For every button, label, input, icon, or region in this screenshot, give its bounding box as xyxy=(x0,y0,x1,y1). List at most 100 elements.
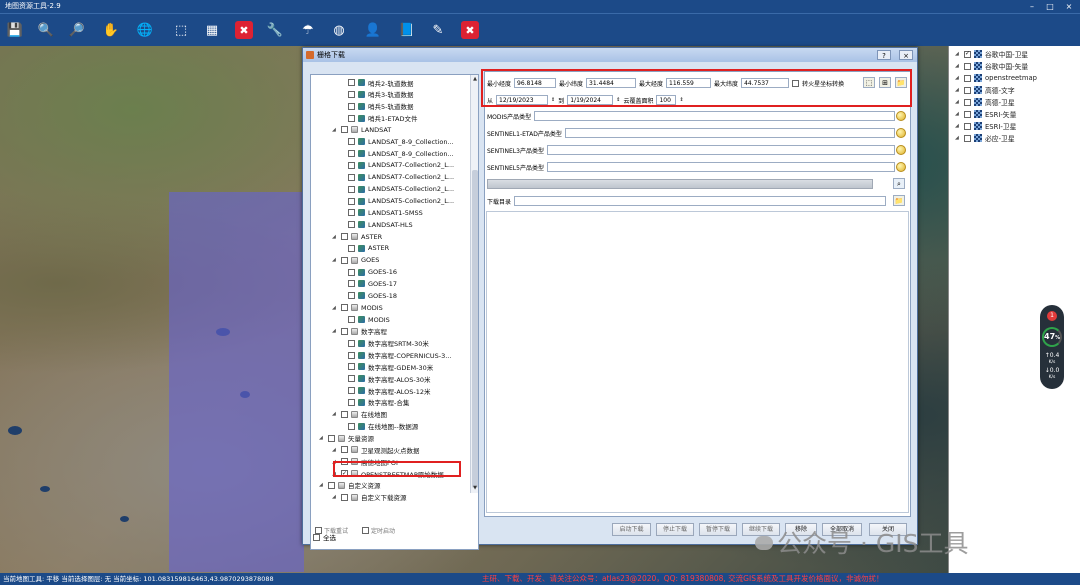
maximize-icon[interactable]: □ xyxy=(1043,0,1057,13)
tree-node[interactable]: LANDSAT1-5MSS xyxy=(348,207,423,218)
tree-node[interactable]: 在线地图--数据源 xyxy=(348,421,418,432)
tree-checkbox[interactable] xyxy=(348,422,355,430)
download-log[interactable] xyxy=(486,211,909,513)
tree-node[interactable]: 哨兵2-轨道数据 xyxy=(348,77,413,88)
scroll-thumb[interactable] xyxy=(472,170,478,488)
stop-download-button[interactable]: 停止下载 xyxy=(656,523,694,536)
search-icon[interactable]: ⌕ xyxy=(893,178,905,189)
layer-item[interactable]: ◢ openstreetmap xyxy=(955,72,1079,84)
expand-icon[interactable]: ◢ xyxy=(332,447,338,453)
layer-item[interactable]: ◢ 必应-卫星 xyxy=(955,132,1079,144)
grid-icon[interactable]: ▦ xyxy=(203,21,221,39)
save-icon[interactable]: 💾 xyxy=(6,21,24,39)
tree-node[interactable]: ◢ 自定义资源 xyxy=(319,480,381,491)
tree-checkbox[interactable] xyxy=(341,233,348,241)
expand-icon[interactable]: ◢ xyxy=(319,482,325,488)
tree-node[interactable]: GOES-16 xyxy=(348,267,397,278)
timer-checkbox[interactable] xyxy=(362,527,370,534)
retry-checkbox[interactable] xyxy=(315,527,322,534)
tree-node[interactable]: 哨兵5-轨道数据 xyxy=(348,101,413,112)
tree-checkbox[interactable] xyxy=(348,292,355,300)
expand-icon[interactable]: ◢ xyxy=(332,328,338,334)
tree-checkbox[interactable] xyxy=(348,375,355,383)
zoom-in-icon[interactable]: 🔍 xyxy=(37,21,55,39)
tree-checkbox[interactable] xyxy=(328,434,335,442)
expand-icon[interactable]: ◢ xyxy=(955,123,961,129)
expand-icon[interactable]: ◢ xyxy=(955,75,961,81)
start-download-button[interactable]: 启动下载 xyxy=(612,523,651,536)
expand-icon[interactable]: ◢ xyxy=(319,435,325,441)
tree-checkbox[interactable] xyxy=(341,126,348,134)
product-type-picker-icon[interactable] xyxy=(896,145,906,155)
tree-checkbox[interactable] xyxy=(348,197,355,205)
zoom-out-icon[interactable]: 🔎 xyxy=(68,21,86,39)
layer-checkbox[interactable] xyxy=(964,122,971,130)
tree-node[interactable]: ◢ 卫星观测起火点数据 xyxy=(332,444,420,455)
tree-checkbox[interactable] xyxy=(341,446,348,454)
product-type-picker-icon[interactable] xyxy=(896,128,906,138)
book-icon[interactable]: 📘 xyxy=(398,21,416,39)
select-icon[interactable]: ⬚ xyxy=(172,21,190,39)
layer-checkbox[interactable] xyxy=(964,86,971,94)
download-dir-input[interactable] xyxy=(514,196,887,206)
tree-checkbox[interactable] xyxy=(341,410,348,418)
tree-checkbox[interactable] xyxy=(348,387,355,395)
layer-item[interactable]: ◢ 谷歌中国-矢量 xyxy=(955,60,1079,72)
tree-checkbox[interactable] xyxy=(348,316,355,323)
tree-node[interactable]: ◢ ASTER xyxy=(332,231,382,242)
dialog-close-button[interactable]: × xyxy=(899,50,913,60)
umbrella-icon[interactable]: ☂ xyxy=(299,21,317,39)
layer-item[interactable]: ◢ ✓ 谷歌中国-卫星 xyxy=(955,48,1079,60)
help-button[interactable]: ? xyxy=(877,50,891,60)
expand-icon[interactable]: ◢ xyxy=(955,63,961,69)
tree-node[interactable]: ◢ 数字高程 xyxy=(332,326,387,337)
tree-checkbox[interactable] xyxy=(348,173,355,181)
tree-checkbox[interactable] xyxy=(348,138,355,146)
tree-checkbox[interactable] xyxy=(341,327,348,335)
user-icon[interactable]: 👤 xyxy=(364,21,382,39)
tree-node[interactable]: 哨兵1-ETAD文件 xyxy=(348,113,418,124)
clear-icon[interactable]: ✖ xyxy=(235,21,253,39)
tree-checkbox[interactable] xyxy=(348,339,355,347)
tree-node[interactable]: ◢ MODIS xyxy=(332,302,383,313)
tree-node[interactable]: MODIS xyxy=(348,314,390,325)
layer-checkbox[interactable] xyxy=(964,74,971,82)
tree-checkbox[interactable] xyxy=(348,398,355,406)
layer-item[interactable]: ◢ 高德-卫星 xyxy=(955,96,1079,108)
product-type-select[interactable] xyxy=(534,111,895,121)
product-type-select[interactable] xyxy=(546,145,895,155)
tree-node[interactable]: GOES-18 xyxy=(348,290,397,301)
tree-scrollbar[interactable]: ▲ ▼ xyxy=(470,75,478,493)
exit-icon[interactable]: ✖ xyxy=(461,21,479,39)
layer-checkbox[interactable] xyxy=(964,110,971,118)
expand-icon[interactable]: ◢ xyxy=(332,305,338,311)
pan-hand-icon[interactable]: ✋ xyxy=(102,21,120,39)
tool-icon[interactable]: 🔧 xyxy=(266,21,284,39)
layer-checkbox[interactable]: ✓ xyxy=(964,50,971,58)
tree-checkbox[interactable] xyxy=(348,79,355,86)
layer-checkbox[interactable] xyxy=(964,98,971,106)
tree-checkbox[interactable] xyxy=(341,493,348,501)
tree-node[interactable]: ◢ 在线地图 xyxy=(332,409,387,420)
tree-checkbox[interactable] xyxy=(348,221,355,229)
expand-icon[interactable]: ◢ xyxy=(955,51,961,57)
tree-node[interactable]: ◢ 矢量资源 xyxy=(319,433,374,444)
sphere-icon[interactable]: ◍ xyxy=(330,21,348,39)
product-type-select[interactable] xyxy=(546,162,895,172)
tree-checkbox[interactable] xyxy=(348,114,355,122)
tree-checkbox[interactable] xyxy=(348,280,355,288)
scroll-up-icon[interactable]: ▲ xyxy=(471,75,478,83)
layer-item[interactable]: ◢ ESRI-卫星 xyxy=(955,120,1079,132)
tree-node[interactable]: 数字高程-GDEM-30米 xyxy=(348,361,433,372)
layer-item[interactable]: ◢ ESRI-矢量 xyxy=(955,108,1079,120)
expand-icon[interactable]: ◢ xyxy=(955,135,961,141)
product-type-picker-icon[interactable] xyxy=(896,111,906,121)
tree-node[interactable]: 数字高程SRTM-30米 xyxy=(348,338,429,349)
dialog-titlebar[interactable]: 栅格下载 ? × xyxy=(303,48,917,62)
tree-node[interactable]: LANDSAT7-Collection2_L... xyxy=(348,160,454,171)
tree-checkbox[interactable] xyxy=(348,102,355,110)
layer-item[interactable]: ◢ 高德-文字 xyxy=(955,84,1079,96)
tree-node[interactable]: 数字高程-ALOS-12米 xyxy=(348,385,431,396)
expand-icon[interactable]: ◢ xyxy=(332,411,338,417)
product-type-picker-icon[interactable] xyxy=(896,162,906,172)
